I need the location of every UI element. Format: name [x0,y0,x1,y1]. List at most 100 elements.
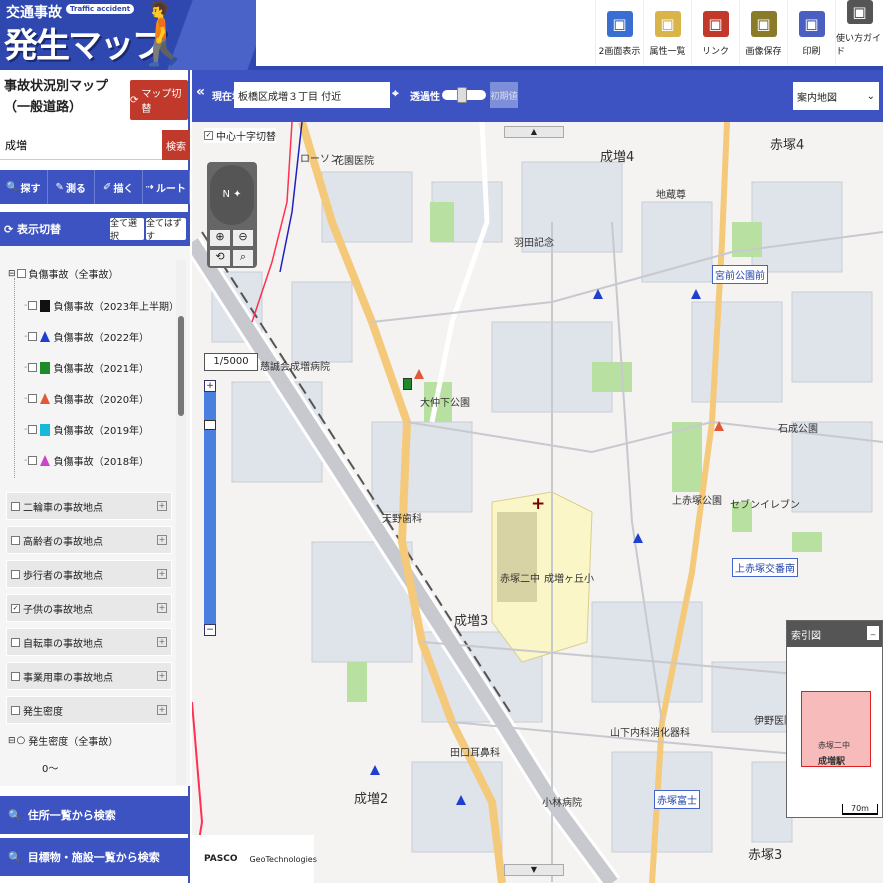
expand-icon[interactable]: + [157,637,167,647]
map-canvas[interactable]: 成増4 赤塚4 成増3 成増2 赤塚3 成増ヶ丘小 赤塚二中 大仲下公園 上赤塚公園 天野歯科 慈誠… [192,122,883,883]
expand-icon[interactable]: + [157,569,167,579]
expand-icon[interactable]: + [157,671,167,681]
tree-item[interactable]: - 負傷事故（2020年） [24,391,149,406]
zoom-in-icon[interactable]: ⊕ [210,230,230,246]
accordion-checkbox[interactable] [11,671,20,681]
map-label: 花園医院 [334,156,374,167]
square-marker-icon [39,423,50,436]
search-input[interactable] [2,132,160,158]
tree-root-checkbox[interactable] [16,269,26,278]
tool-draw[interactable]: ✐ 描く [95,170,143,204]
accordion-checkbox[interactable] [11,705,20,715]
zoom-plus-button[interactable]: + [204,380,216,392]
accordion-item[interactable]: 自転車の事故地点 + [6,628,172,656]
accident-marker[interactable] [403,378,412,390]
crosshair-toggle[interactable]: ✓ 中心十字切替 [204,128,276,143]
zoom-slider-thumb[interactable] [204,420,216,430]
expand-icon[interactable]: + [157,501,167,511]
accordion-checkbox[interactable]: ✓ [11,603,20,613]
overview-map[interactable]: 索引図 _ 赤塚二中 成増駅 70m [786,620,883,818]
toolbar-link-button[interactable]: ▣ リンク [691,0,739,70]
scale-display: 1/5000 [204,353,258,371]
logo-badge: Traffic accident [66,4,135,14]
bus-stop-label: 赤塚富士 [654,790,700,809]
rotate-icon[interactable]: ⟲ [210,250,230,266]
accident-marker[interactable] [414,369,424,379]
transparency-slider-thumb[interactable] [457,87,468,103]
tree-item-checkbox[interactable] [27,456,37,465]
accordion-checkbox[interactable] [11,569,20,579]
toolbar-label: 2画面表示 [598,47,641,57]
toolbar-image-save-button[interactable]: ▣ 画像保存 [739,0,787,70]
accordion-item[interactable]: 高齢者の事故地点 + [6,526,172,554]
tree-item[interactable]: - 負傷事故（2018年） [24,453,149,468]
compass-icon[interactable]: N ✦ [210,165,254,225]
zoom-minus-button[interactable]: − [204,624,216,636]
map-type-select[interactable]: 案内地図 ⌄ [793,82,879,110]
tree-item-checkbox[interactable] [27,394,37,403]
tree-item-checkbox[interactable] [27,425,37,434]
expand-icon[interactable]: + [157,535,167,545]
pan-down-button[interactable]: ▼ [504,864,564,876]
tree-item-checkbox[interactable] [27,332,37,341]
tree-item[interactable]: - 負傷事故（2021年） [24,360,149,375]
tree-item-label: 負傷事故（2021年） [53,364,150,375]
accordion-item[interactable]: 二輪車の事故地点 + [6,492,172,520]
accident-marker[interactable] [691,289,701,299]
tool-row: 🔍 探す ✎ 測る ✐ 描く ⇢ ルート [0,170,190,204]
fit-icon[interactable]: ⌕ [233,250,253,266]
crosshair-checkbox[interactable]: ✓ [204,131,213,140]
accident-marker[interactable] [370,765,380,775]
tool-route[interactable]: ⇢ ルート [143,170,190,204]
accident-marker[interactable] [456,795,466,805]
toolbar-dual-screen-button[interactable]: ▣ 2画面表示 [595,0,643,70]
accordion-item[interactable]: 歩行者の事故地点 + [6,560,172,588]
toolbar-attribute-list-button[interactable]: ▣ 属性一覧 [643,0,691,70]
tool-measure[interactable]: ✎ 測る [48,170,95,204]
tree-item-checkbox[interactable] [27,363,37,372]
navigation-pad[interactable]: N ✦ ⊕ ⊖ ⟲ ⌕ [207,162,257,268]
accordion-checkbox[interactable] [11,501,20,511]
tree-item[interactable]: - 負傷事故（2022年） [24,329,149,344]
locate-icon[interactable]: ⌖ [392,86,399,101]
accordion-item[interactable]: 発生密度 + [6,696,172,724]
tree-item-checkbox[interactable] [27,301,37,310]
reset-transparency-button[interactable]: 初期値 [490,82,518,108]
radio-icon[interactable]: ○ [17,735,26,746]
zoom-out-icon[interactable]: ⊖ [233,230,253,246]
landmark-search-bar[interactable]: 🔍 目標物・施設一覧から検索 [0,838,190,876]
app-logo[interactable]: 交通事故 Traffic accident 発生マップ 🚶 [0,0,256,70]
tree-item[interactable]: - 負傷事故（2019年） [24,422,149,437]
scrollbar-thumb[interactable] [178,316,184,416]
expand-icon[interactable]: + [157,603,167,613]
accordion-checkbox[interactable] [11,637,20,647]
tree-root[interactable]: ⊟ 負傷事故（全事故） [8,266,119,282]
toolbar-print-button[interactable]: ▣ 印刷 [787,0,835,70]
deselect-all-button[interactable]: 全てはずす [146,218,186,242]
toolbar-guide-button[interactable]: ▣ 使い方ガイド [835,0,883,70]
collapse-sidebar-icon[interactable]: « [196,84,205,100]
location-field[interactable]: 板橋区成増３丁目 付近 [234,82,390,108]
accordion-item[interactable]: ✓ 子供の事故地点 + [6,594,172,622]
tree-scrollbar[interactable] [176,260,186,785]
map-label: 石成公園 [778,424,818,435]
select-all-button[interactable]: 全て選択 [110,218,144,242]
address-search-bar[interactable]: 🔍 住所一覧から検索 [0,796,190,834]
accordion-label: 高齢者の事故地点 [23,536,103,548]
transparency-slider[interactable] [442,87,486,103]
tool-search[interactable]: 🔍 探す [0,170,48,204]
tree-item[interactable]: - 負傷事故（2023年上半期） [24,298,179,313]
accident-marker[interactable] [714,421,724,431]
search-button[interactable]: 検索 [162,130,190,160]
pan-up-button[interactable]: ▲ [504,126,564,138]
expand-icon[interactable]: + [157,705,167,715]
accordion-checkbox[interactable] [11,535,20,545]
zoom-slider[interactable]: + − [204,380,216,636]
overview-extent-box[interactable]: 赤塚二中 成増駅 [801,691,871,767]
accident-marker[interactable] [593,289,603,299]
accordion-item[interactable]: 事業用車の事故地点 + [6,662,172,690]
accident-marker[interactable] [633,533,643,543]
map-switch-button[interactable]: ⟳ マップ切替 [130,80,188,120]
density-root[interactable]: ⊟ ○ 発生密度（全事故） [8,733,118,748]
minimize-icon[interactable]: _ [867,626,879,640]
